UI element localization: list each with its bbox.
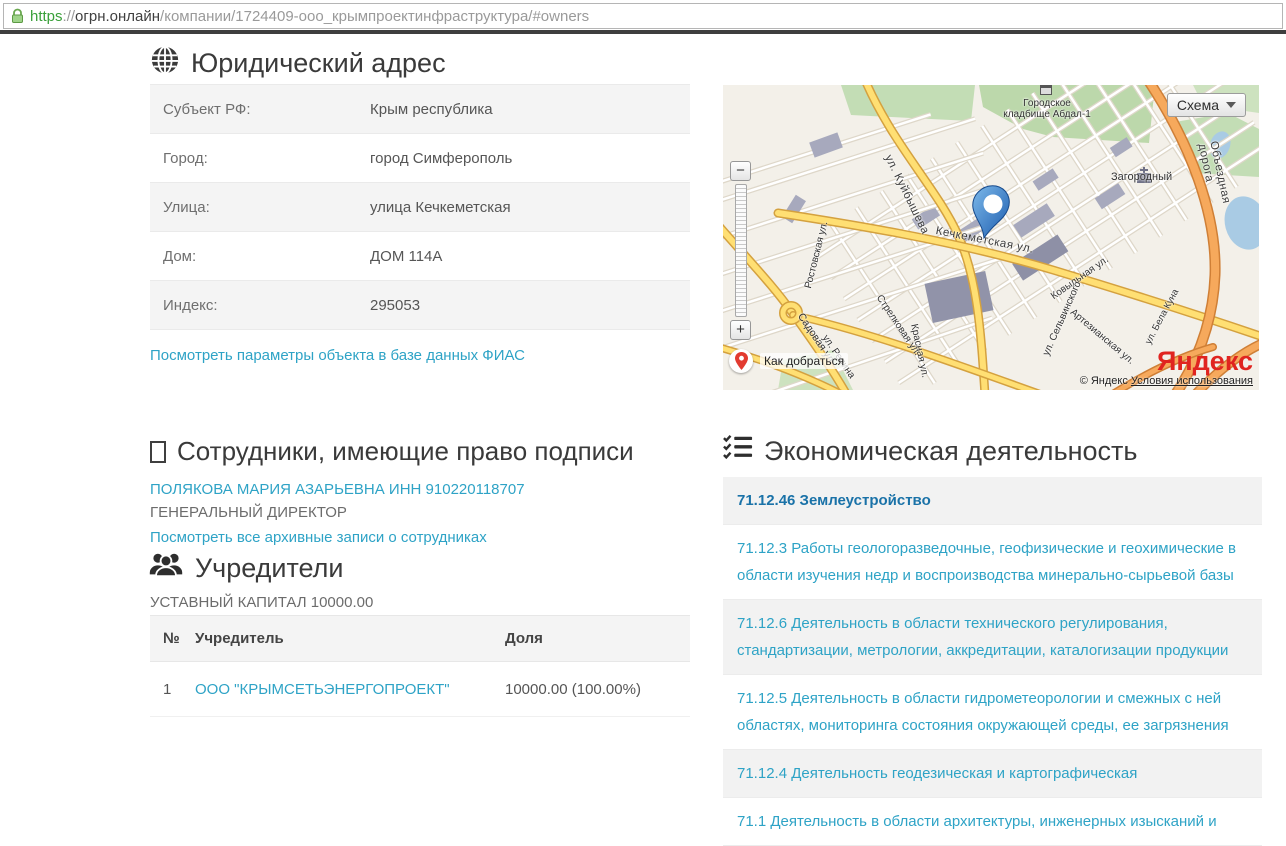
red-pin-icon [729, 349, 753, 373]
task-list-icon [723, 434, 753, 468]
founders-heading: Учредители [148, 551, 344, 585]
chevron-down-icon [1226, 102, 1236, 108]
address-table: Субъект РФ: Крым республика Город: город… [150, 84, 690, 330]
url-scheme: https [30, 8, 63, 25]
globe-icon [150, 45, 180, 82]
url-separator: :// [63, 8, 76, 25]
activity-link[interactable]: 71.12.4 Деятельность геодезическая и кар… [737, 765, 1137, 782]
table-row: 1 ООО "КРЫМСЕТЬЭНЕРГОПРОЕКТ" 10000.00 (1… [150, 662, 690, 717]
table-row: Город: город Симферополь [150, 134, 690, 183]
url-domain: огрн.онлайн [75, 8, 160, 25]
founders-table: № Учредитель Доля 1 ООО "КРЫМСЕТЬЭНЕРГОП… [150, 615, 690, 717]
region-link[interactable]: Крым республика [370, 101, 493, 118]
zoom-out-button[interactable]: − [730, 161, 751, 181]
activity-link[interactable]: 71.12.5 Деятельность в области гидромете… [737, 690, 1229, 734]
zoom-in-button[interactable]: + [730, 320, 751, 340]
row-label: Индекс: [150, 297, 370, 314]
zip-value: 295053 [370, 297, 420, 314]
table-header-row: № Учредитель Доля [150, 616, 690, 662]
directions-label: Как добраться [760, 353, 848, 369]
activity-link[interactable]: 71.1 Деятельность в области архитектуры,… [737, 813, 1217, 830]
list-item: 71.12.5 Деятельность в области гидромете… [723, 675, 1262, 750]
url-path: /компании/1724409-ооо_крымпроектинфрастр… [160, 8, 589, 25]
row-label: Дом: [150, 248, 370, 265]
table-row: Субъект РФ: Крым республика [150, 85, 690, 134]
map-attribution: © Яндекс Условия использования [1080, 375, 1253, 387]
activities-heading: Экономическая деятельность [723, 434, 1138, 468]
list-item: 71.12.46 Землеустройство [723, 477, 1262, 525]
https-lock-icon [11, 8, 24, 24]
activity-link[interactable]: 71.12.3 Работы геологоразведочные, геофи… [737, 540, 1236, 584]
row-label: Улица: [150, 199, 370, 216]
map-type-label: Схема [1177, 97, 1219, 113]
table-row: Дом: ДОМ 114А [150, 232, 690, 281]
founder-number: 1 [150, 662, 195, 717]
users-icon [148, 551, 184, 585]
founder-link[interactable]: ООО "КРЫМСЕТЬЭНЕРГОПРОЕКТ" [195, 681, 450, 698]
map-type-button[interactable]: Схема [1167, 93, 1246, 117]
yandex-logo[interactable]: Яндекс [1157, 346, 1253, 377]
list-item: 71.12.6 Деятельность в области техническ… [723, 600, 1262, 675]
legal-address-heading: Юридический адрес [150, 45, 446, 82]
row-label: Субъект РФ: [150, 101, 370, 118]
col-header-share: Доля [505, 616, 690, 662]
employees-heading: Сотрудники, имеющие право подписи [150, 436, 634, 467]
activities-list: 71.12.46 Землеустройство 71.12.3 Работы … [723, 477, 1262, 846]
charter-capital: УСТАВНЫЙ КАПИТАЛ 10000.00 [150, 594, 373, 611]
table-row: Улица: улица Кечкеметская [150, 183, 690, 232]
col-header-founder: Учредитель [195, 616, 505, 662]
placeholder-square-icon [150, 441, 166, 463]
founder-share: 10000.00 (100.00%) [505, 662, 690, 717]
employee-person-link[interactable]: ПОЛЯКОВА МАРИЯ АЗАРЬЕВНА ИНН 91022011870… [150, 481, 525, 498]
directions-button[interactable]: Как добраться [729, 349, 848, 373]
yandex-map[interactable]: Городское кладбище Абдал-1 Загородный Об… [723, 85, 1259, 390]
employee-position: ГЕНЕРАЛЬНЫЙ ДИРЕКТОР [150, 504, 347, 521]
list-item: 71.12.4 Деятельность геодезическая и кар… [723, 750, 1262, 798]
employees-archive-link[interactable]: Посмотреть все архивные записи о сотрудн… [150, 529, 487, 546]
fias-link[interactable]: Посмотреть параметры объекта в базе данн… [150, 347, 525, 364]
browser-chrome-band [0, 30, 1286, 34]
row-label: Город: [150, 150, 370, 167]
house-value: ДОМ 114А [370, 248, 442, 265]
map-label: Городское кладбище Абдал-1 [987, 98, 1107, 120]
list-item: 71.12.3 Работы геологоразведочные, геофи… [723, 525, 1262, 600]
street-link[interactable]: улица Кечкеметская [370, 199, 511, 216]
section-title: Сотрудники, имеющие право подписи [177, 436, 634, 467]
zoom-slider[interactable] [735, 184, 747, 317]
list-item: 71.1 Деятельность в области архитектуры,… [723, 798, 1262, 846]
section-title: Юридический адрес [191, 48, 446, 79]
section-title: Учредители [195, 553, 344, 584]
map-label: Загородный [1111, 171, 1172, 183]
activity-link[interactable]: 71.12.46 Землеустройство [737, 492, 931, 509]
cemetery-icon [1040, 85, 1052, 95]
col-header-number: № [150, 616, 195, 662]
table-row: Индекс: 295053 [150, 281, 690, 330]
city-link[interactable]: город Симферополь [370, 150, 512, 167]
copyright-text: © Яндекс [1080, 375, 1128, 387]
url-bar[interactable]: https://огрн.онлайн/компании/1724409-ооо… [3, 3, 1283, 29]
map-zoom-control: − + [730, 161, 752, 340]
terms-link[interactable]: Условия использования [1131, 375, 1253, 387]
activity-link[interactable]: 71.12.6 Деятельность в области техническ… [737, 615, 1228, 659]
section-title: Экономическая деятельность [764, 436, 1138, 467]
location-pin-icon[interactable] [971, 185, 1011, 246]
